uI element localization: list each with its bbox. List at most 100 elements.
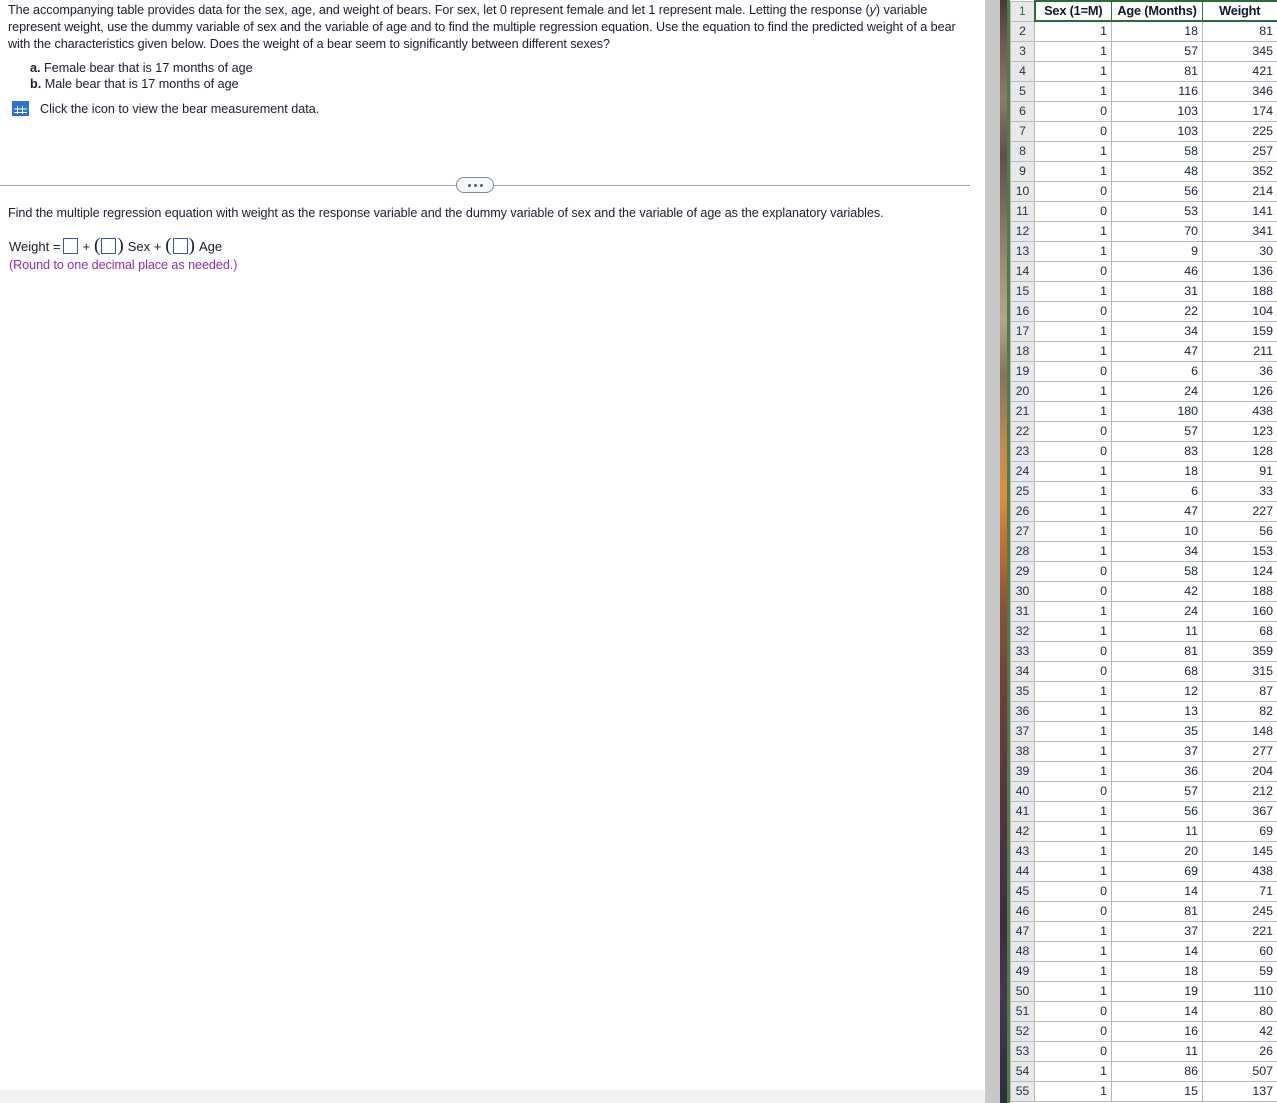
cell-age[interactable]: 36 — [1111, 760, 1203, 782]
table-grid-icon[interactable] — [12, 101, 29, 116]
cell-age[interactable]: 16 — [1111, 1020, 1203, 1042]
cell-age[interactable]: 11 — [1111, 1040, 1203, 1062]
cell-age[interactable]: 46 — [1111, 260, 1203, 282]
row-number-cell[interactable]: 47 — [1010, 920, 1035, 942]
cell-weight[interactable]: 59 — [1202, 960, 1277, 982]
cell-weight[interactable]: 42 — [1202, 1020, 1277, 1042]
row-number-cell[interactable]: 19 — [1010, 360, 1035, 382]
row-number-cell[interactable]: 22 — [1010, 420, 1035, 442]
cell-weight[interactable]: 56 — [1202, 520, 1277, 542]
cell-age[interactable]: 81 — [1111, 60, 1203, 82]
cell-age[interactable]: 14 — [1111, 1000, 1203, 1022]
cell-age[interactable]: 180 — [1111, 400, 1203, 422]
cell-age[interactable]: 47 — [1111, 500, 1203, 522]
cell-sex[interactable]: 1 — [1034, 980, 1112, 1002]
cell-age[interactable]: 9 — [1111, 240, 1203, 262]
cell-sex[interactable]: 1 — [1034, 760, 1112, 782]
cell-age[interactable]: 11 — [1111, 820, 1203, 842]
cell-weight[interactable]: 214 — [1202, 180, 1277, 202]
cell-weight[interactable]: 227 — [1202, 500, 1277, 522]
cell-weight[interactable]: 367 — [1202, 800, 1277, 822]
cell-age[interactable]: 19 — [1111, 980, 1203, 1002]
cell-weight[interactable]: 257 — [1202, 140, 1277, 162]
cell-weight[interactable]: 421 — [1202, 60, 1277, 82]
cell-sex[interactable]: 0 — [1034, 180, 1112, 202]
divider-ellipsis-button[interactable] — [456, 177, 494, 193]
cell-weight[interactable]: 33 — [1202, 480, 1277, 502]
row-number-cell[interactable]: 2 — [1010, 20, 1035, 42]
cell-age[interactable]: 68 — [1111, 660, 1203, 682]
cell-weight[interactable]: 159 — [1202, 320, 1277, 342]
row-number-cell[interactable]: 54 — [1010, 1060, 1035, 1082]
cell-age[interactable]: 57 — [1111, 40, 1203, 62]
cell-sex[interactable]: 1 — [1034, 380, 1112, 402]
row-number-cell[interactable]: 32 — [1010, 620, 1035, 642]
cell-age[interactable]: 15 — [1111, 1080, 1203, 1102]
data-link-caption[interactable]: Click the icon to view the bear measurem… — [40, 102, 319, 116]
row-number-cell[interactable]: 34 — [1010, 660, 1035, 682]
row-number-cell[interactable]: 44 — [1010, 860, 1035, 882]
sex-coefficient-input[interactable] — [101, 238, 117, 254]
cell-weight[interactable]: 110 — [1202, 980, 1277, 1002]
cell-age[interactable]: 31 — [1111, 280, 1203, 302]
row-number-cell[interactable]: 7 — [1010, 120, 1035, 142]
cell-weight[interactable]: 128 — [1202, 440, 1277, 462]
cell-age[interactable]: 69 — [1111, 860, 1203, 882]
age-coefficient-input[interactable] — [172, 238, 188, 254]
cell-sex[interactable]: 1 — [1034, 500, 1112, 522]
column-header-sex[interactable]: Sex (1=M) — [1033, 0, 1112, 22]
cell-age[interactable]: 20 — [1111, 840, 1203, 862]
row-number-cell[interactable]: 4 — [1010, 60, 1035, 82]
cell-weight[interactable]: 124 — [1202, 560, 1277, 582]
cell-age[interactable]: 81 — [1111, 900, 1203, 922]
cell-sex[interactable]: 1 — [1034, 740, 1112, 762]
cell-age[interactable]: 18 — [1111, 960, 1203, 982]
cell-sex[interactable]: 0 — [1034, 580, 1112, 602]
row-number-cell[interactable]: 3 — [1010, 40, 1035, 62]
cell-sex[interactable]: 1 — [1034, 140, 1112, 162]
row-number-cell[interactable]: 15 — [1010, 280, 1035, 302]
cell-weight[interactable]: 438 — [1202, 400, 1277, 422]
cell-age[interactable]: 56 — [1111, 180, 1203, 202]
row-number-cell[interactable]: 5 — [1010, 80, 1035, 102]
cell-age[interactable]: 70 — [1111, 220, 1203, 242]
column-header-age[interactable]: Age (Months) — [1111, 0, 1203, 22]
cell-age[interactable]: 83 — [1111, 440, 1203, 462]
cell-weight[interactable]: 141 — [1202, 200, 1277, 222]
cell-age[interactable]: 86 — [1111, 1060, 1203, 1082]
cell-sex[interactable]: 1 — [1034, 960, 1112, 982]
cell-sex[interactable]: 0 — [1034, 260, 1112, 282]
cell-sex[interactable]: 0 — [1034, 660, 1112, 682]
cell-sex[interactable]: 1 — [1034, 340, 1112, 362]
row-number-cell[interactable]: 8 — [1010, 140, 1035, 162]
cell-weight[interactable]: 126 — [1202, 380, 1277, 402]
cell-sex[interactable]: 0 — [1034, 100, 1112, 122]
cell-weight[interactable]: 359 — [1202, 640, 1277, 662]
row-number-cell[interactable]: 35 — [1010, 680, 1035, 702]
cell-sex[interactable]: 1 — [1034, 320, 1112, 342]
cell-sex[interactable]: 0 — [1034, 200, 1112, 222]
row-number-cell[interactable]: 9 — [1010, 160, 1035, 182]
row-number-cell[interactable]: 53 — [1010, 1040, 1035, 1062]
cell-sex[interactable]: 1 — [1034, 540, 1112, 562]
cell-weight[interactable]: 26 — [1202, 1040, 1277, 1062]
cell-weight[interactable]: 188 — [1202, 580, 1277, 602]
cell-weight[interactable]: 221 — [1202, 920, 1277, 942]
cell-sex[interactable]: 1 — [1034, 280, 1112, 302]
cell-weight[interactable]: 204 — [1202, 760, 1277, 782]
cell-weight[interactable]: 346 — [1202, 80, 1277, 102]
cell-sex[interactable]: 1 — [1034, 20, 1112, 42]
cell-weight[interactable]: 145 — [1202, 840, 1277, 862]
cell-sex[interactable]: 1 — [1034, 600, 1112, 622]
cell-weight[interactable]: 148 — [1202, 720, 1277, 742]
cell-age[interactable]: 81 — [1111, 640, 1203, 662]
cell-age[interactable]: 24 — [1111, 600, 1203, 622]
cell-sex[interactable]: 1 — [1034, 620, 1112, 642]
row-number-cell[interactable]: 6 — [1010, 100, 1035, 122]
data-link-row[interactable]: Click the icon to view the bear measurem… — [12, 101, 319, 116]
cell-weight[interactable]: 71 — [1202, 880, 1277, 902]
row-number-cell[interactable]: 11 — [1010, 200, 1035, 222]
row-number-cell[interactable]: 14 — [1010, 260, 1035, 282]
cell-sex[interactable]: 1 — [1034, 40, 1112, 62]
cell-sex[interactable]: 1 — [1034, 80, 1112, 102]
